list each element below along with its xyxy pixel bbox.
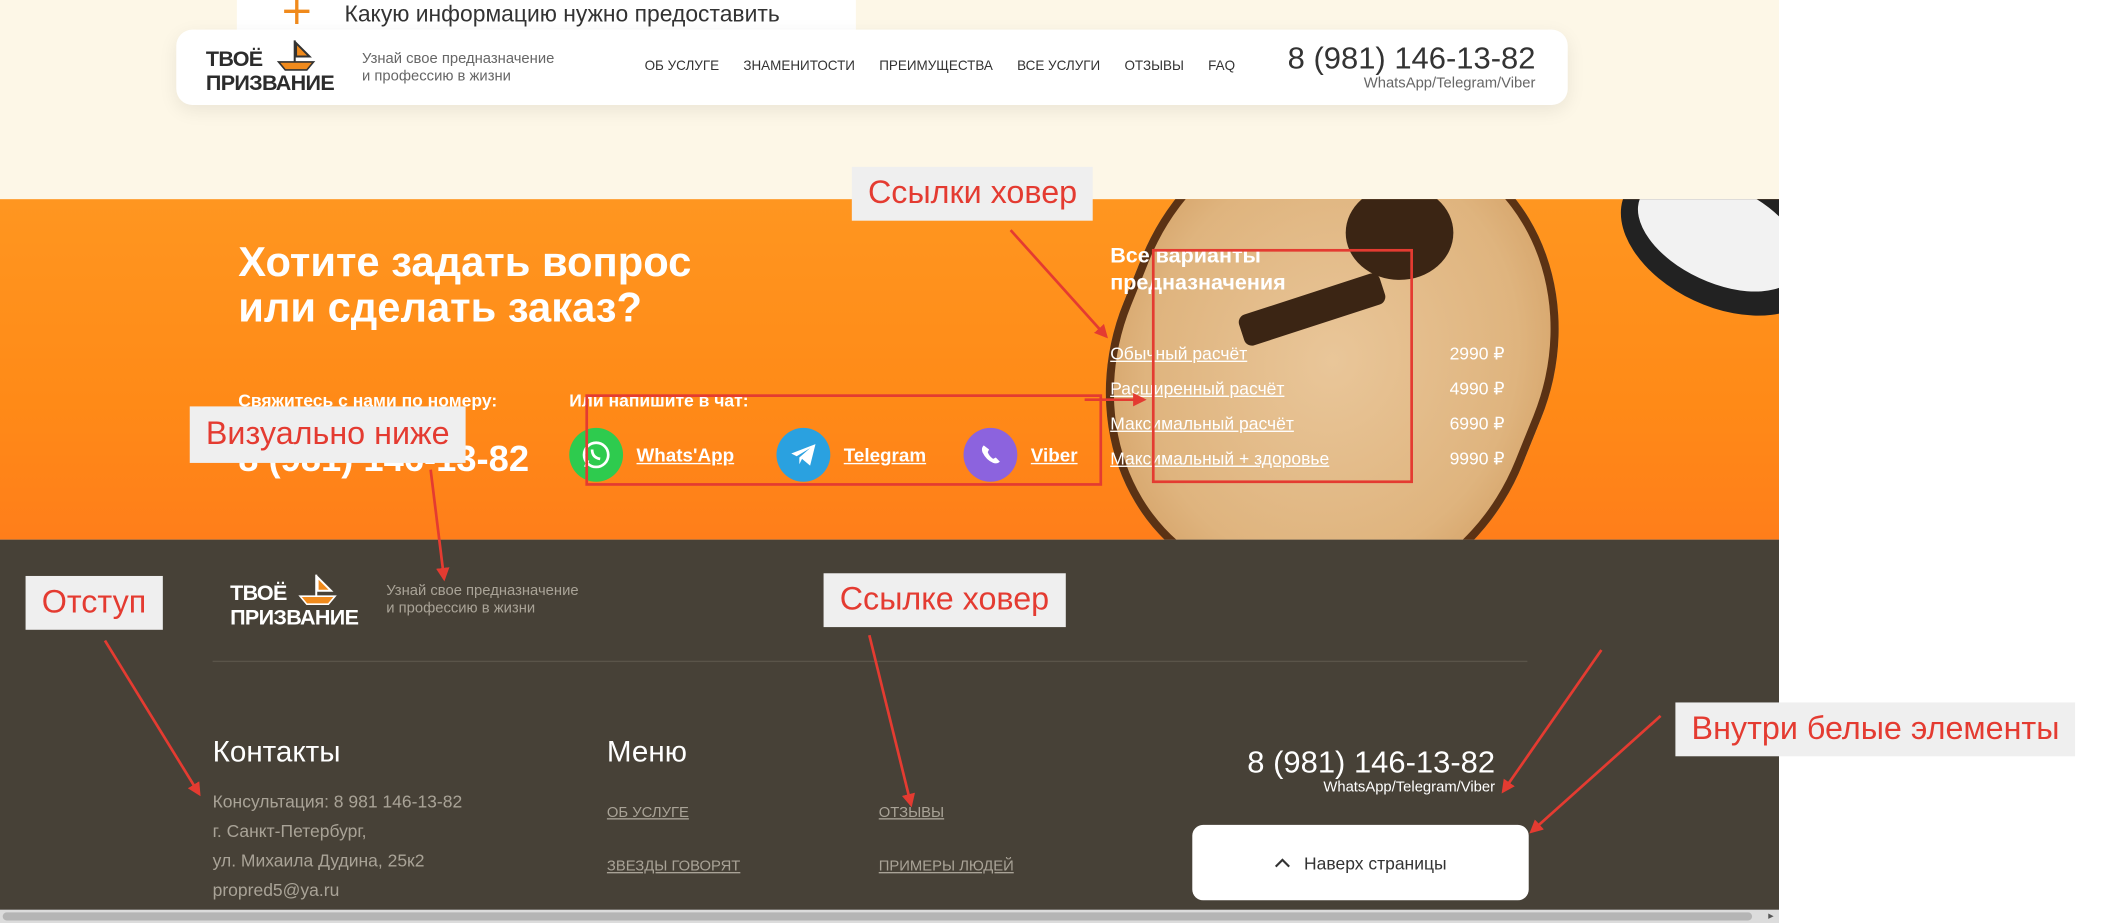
site-header: ТВОЁ ПРИЗВАНИЕ Узнай свое предназначение…: [176, 29, 1568, 105]
footer-logo[interactable]: ТВОЁ ПРИЗВАНИЕ: [230, 582, 359, 631]
footer-phone[interactable]: 8 (981) 146-13-82: [1247, 744, 1495, 779]
annotation-visually-lower: Визуально ниже: [189, 406, 466, 463]
chevron-up-icon: [1274, 858, 1290, 868]
contact-consultation[interactable]: Консультация: 8 981 146-13-82: [213, 787, 463, 817]
scrollbar-thumb[interactable]: [2, 912, 1753, 921]
plus-icon: +: [279, 0, 314, 35]
back-to-top-button[interactable]: Наверх страницы: [1192, 824, 1529, 901]
back-to-top-label: Наверх страницы: [1304, 852, 1447, 873]
annotation-links-hover: Ссылки ховер: [851, 166, 1094, 221]
nav-reviews[interactable]: ОТЗЫВЫ: [1124, 59, 1183, 74]
footer-messengers: WhatsApp/Telegram/Viber: [1323, 779, 1496, 796]
faq-question-text: Какую информацию нужно предоставить: [344, 1, 780, 27]
footer-link-about[interactable]: ОБ УСЛУГЕ: [607, 805, 689, 821]
header-phone[interactable]: 8 (981) 146-13-82: [1288, 40, 1536, 75]
nav-about[interactable]: ОБ УСЛУГЕ: [645, 59, 720, 74]
header-nav: ОБ УСЛУГЕ ЗНАМЕНИТОСТИ ПРЕИМУЩЕСТВА ВСЕ …: [645, 59, 1235, 74]
contact-email[interactable]: propred5@ya.ru: [213, 876, 463, 906]
header-tagline: Узнай свое предназначение и профессию в …: [362, 51, 554, 86]
horizontal-scrollbar[interactable]: ▸: [0, 909, 1780, 923]
faq-item-peek[interactable]: + Какую информацию нужно предоставить: [236, 0, 856, 35]
plan-price: 4990 ₽: [1449, 378, 1505, 399]
annotation-link-hover: Ссылке ховер: [823, 573, 1066, 628]
contacts-list: Консультация: 8 981 146-13-82 г. Санкт-П…: [213, 787, 463, 905]
scroll-right-icon[interactable]: ▸: [1768, 910, 1773, 922]
plan-price: 2990 ₽: [1449, 343, 1505, 364]
footer-contact: 8 (981) 146-13-82 WhatsApp/Telegram/Vibe…: [1247, 744, 1495, 795]
annotation-frame-plans: [1151, 248, 1413, 484]
footer-link-reviews[interactable]: ОТЗЫВЫ: [879, 805, 944, 821]
nav-faq[interactable]: FAQ: [1208, 59, 1235, 74]
nav-all-services[interactable]: ВСЕ УСЛУГИ: [1017, 59, 1100, 74]
contact-street: ул. Михаила Дудина, 25к2: [212, 850, 425, 871]
nav-celebrities[interactable]: ЗНАМЕНИТОСТИ: [743, 59, 855, 74]
logo-word-2: ПРИЗВАНИЕ: [205, 72, 335, 96]
plan-price: 9990 ₽: [1449, 448, 1505, 469]
order-title: Хотите задать вопрос или сделать заказ?: [238, 238, 692, 332]
logo-word-1: ТВОЁ: [230, 582, 287, 606]
footer-divider: [212, 660, 1528, 663]
footer-link-examples[interactable]: ПРИМЕРЫ ЛЮДЕЙ: [879, 859, 1014, 875]
footer-tagline: Узнай свое предназначение и профессию в …: [386, 583, 578, 618]
menu-title: Меню: [606, 734, 687, 769]
footer-link-stars[interactable]: ЗВЕЗДЫ ГОВОРЯТ: [607, 859, 740, 875]
boat-logo-icon: [298, 574, 337, 606]
logo-word-2: ПРИЗВАНИЕ: [230, 606, 359, 630]
annotation-inside-white: Внутри белые элементы: [1675, 702, 2076, 757]
tagline-line-1: Узнай свое предназначение: [386, 582, 579, 599]
header-contact: 8 (981) 146-13-82 WhatsApp/Telegram/Vibe…: [1288, 40, 1536, 91]
order-title-line-2: или сделать заказ?: [238, 283, 643, 332]
tagline-line-2: и профессию в жизни: [386, 600, 536, 617]
order-title-line-1: Хотите задать вопрос: [238, 238, 692, 286]
header-messengers: WhatsApp/Telegram/Viber: [1363, 75, 1536, 92]
annotation-indent: Отступ: [25, 575, 163, 630]
annotation-frame-chat-links: [585, 394, 1103, 486]
boat-logo-icon: [276, 40, 316, 71]
nav-advantages[interactable]: ПРЕИМУЩЕСТВА: [879, 59, 993, 74]
plan-price: 6990 ₽: [1449, 413, 1505, 434]
tagline-line-2: и профессию в жизни: [361, 68, 511, 85]
tagline-line-1: Узнай свое предназначение: [361, 51, 555, 68]
contact-city: г. Санкт-Петербург,: [212, 820, 367, 842]
contacts-title: Контакты: [212, 734, 341, 769]
order-section: Хотите задать вопрос или сделать заказ? …: [0, 199, 1780, 540]
